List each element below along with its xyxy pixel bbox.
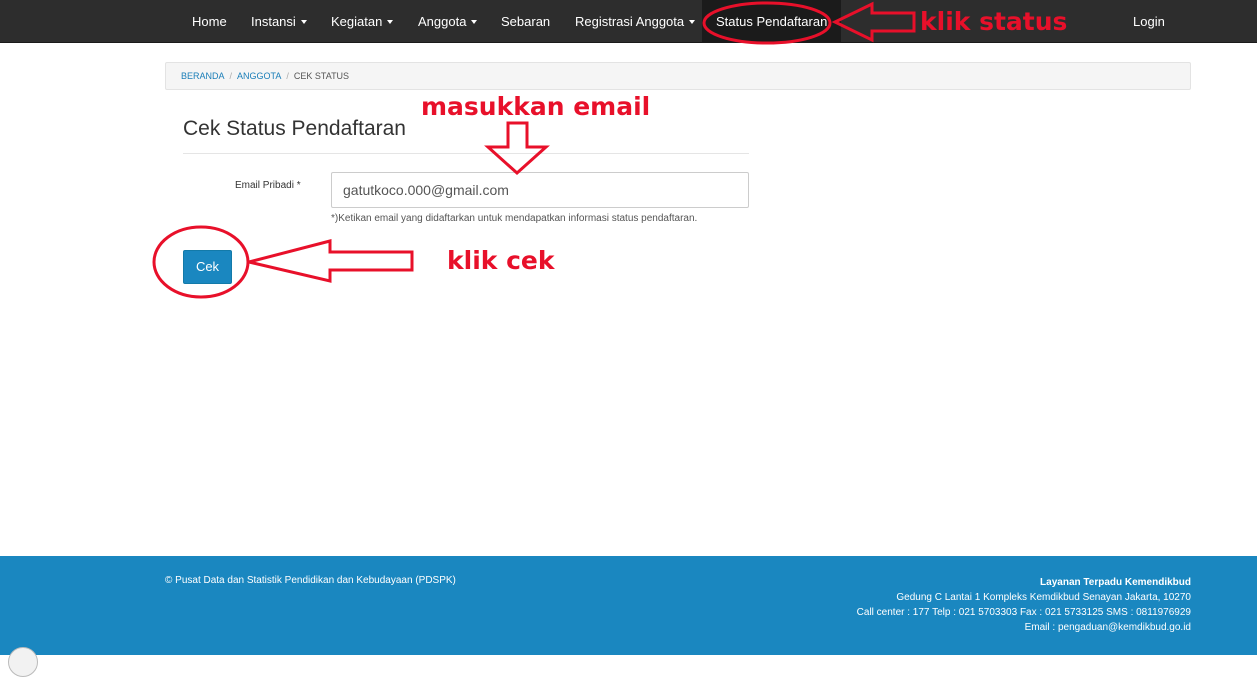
scroll-top-icon[interactable] (8, 647, 38, 677)
title-divider (183, 153, 749, 154)
caret-down-icon (300, 19, 307, 24)
footer-callcenter: Call center : 177 Telp : 021 5703303 Fax… (856, 607, 1191, 618)
caret-down-icon (689, 19, 696, 24)
email-arrow-icon (484, 121, 550, 176)
breadcrumb-current: CEK STATUS (293, 71, 350, 81)
annotation-klik-status: klik status (920, 7, 1068, 36)
breadcrumb-anggota[interactable]: ANGGOTA (237, 71, 281, 81)
nav-anggota[interactable]: Anggota (418, 0, 478, 43)
email-label: Email Pribadi * (235, 180, 301, 191)
nav-status-label: Status Pendaftaran (716, 14, 828, 29)
annotation-klik-cek: klik cek (447, 246, 555, 275)
nav-kegiatan[interactable]: Kegiatan (331, 0, 394, 43)
caret-down-icon (387, 19, 394, 24)
footer-copyright: © Pusat Data dan Statistik Pendidikan da… (165, 575, 456, 586)
annotation-masukkan-email: masukkan email (421, 92, 651, 121)
nav-anggota-label: Anggota (418, 14, 467, 29)
nav-registrasi-anggota[interactable]: Registrasi Anggota (575, 0, 696, 43)
page-title: Cek Status Pendaftaran (183, 117, 406, 140)
footer-address: Gedung C Lantai 1 Kompleks Kemdikbud Sen… (896, 592, 1191, 603)
caret-down-icon (471, 19, 478, 24)
breadcrumb-beranda[interactable]: BERANDA (181, 71, 225, 81)
cek-arrow-icon (248, 239, 414, 283)
breadcrumb: BERANDA / ANGGOTA / CEK STATUS (165, 62, 1191, 90)
nav-instansi[interactable]: Instansi (251, 0, 307, 43)
footer: © Pusat Data dan Statistik Pendidikan da… (0, 556, 1257, 655)
top-navbar: Home Instansi Kegiatan Anggota Sebaran R… (0, 0, 1257, 43)
nav-home-label: Home (192, 14, 227, 29)
cek-button[interactable]: Cek (183, 250, 232, 284)
nav-sebaran-label: Sebaran (501, 14, 551, 29)
nav-registrasi-label: Registrasi Anggota (575, 14, 685, 29)
email-field[interactable] (331, 172, 749, 208)
nav-login-label: Login (1133, 14, 1165, 29)
nav-sebaran[interactable]: Sebaran (501, 0, 550, 43)
nav-status-pendaftaran[interactable]: Status Pendaftaran (702, 0, 842, 43)
nav-instansi-label: Instansi (251, 14, 296, 29)
footer-service-title: Layanan Terpadu Kemendikbud (1040, 577, 1191, 588)
breadcrumb-separator: / (286, 71, 289, 81)
breadcrumb-separator: / (229, 71, 233, 81)
nav-kegiatan-label: Kegiatan (331, 14, 383, 29)
footer-email[interactable]: Email : pengaduan@kemdikbud.go.id (857, 620, 1191, 635)
footer-contact: Layanan Terpadu Kemendikbud Gedung C Lan… (857, 575, 1191, 635)
nav-home[interactable]: Home (192, 0, 227, 43)
email-help-text: *)Ketikan email yang didaftarkan untuk m… (331, 213, 698, 224)
nav-login[interactable]: Login (1133, 0, 1165, 43)
